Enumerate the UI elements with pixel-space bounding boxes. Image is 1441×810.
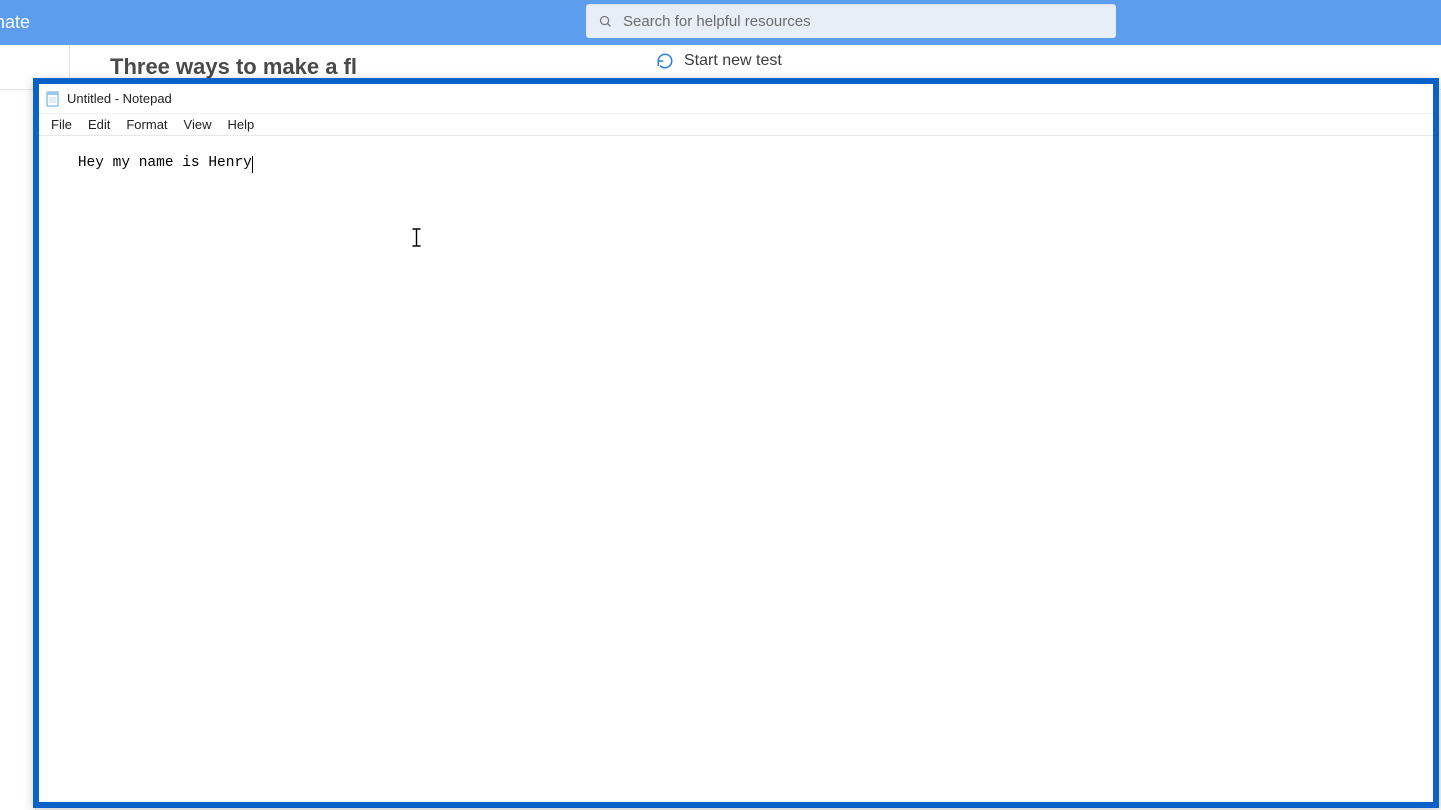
notepad-menubar: File Edit Format View Help — [39, 114, 1433, 136]
notepad-content: Hey my name is Henry — [78, 155, 252, 171]
menu-file[interactable]: File — [43, 116, 80, 133]
background-sub-heading: Three ways to make a fl — [110, 54, 357, 80]
start-new-test-label: Start new test — [684, 52, 782, 70]
menu-view[interactable]: View — [176, 116, 220, 133]
menu-format[interactable]: Format — [118, 116, 175, 133]
search-placeholder: Search for helpful resources — [623, 13, 811, 30]
search-icon — [598, 14, 613, 29]
notepad-app-icon — [45, 91, 61, 107]
notepad-window-title: Untitled - Notepad — [67, 91, 172, 106]
search-box[interactable]: Search for helpful resources — [586, 4, 1116, 38]
start-new-test-link[interactable]: Start new test — [656, 52, 782, 70]
notepad-window[interactable]: Untitled - Notepad File Edit Format View… — [33, 78, 1439, 808]
menu-edit[interactable]: Edit — [80, 116, 118, 133]
notepad-titlebar[interactable]: Untitled - Notepad — [39, 84, 1433, 114]
notepad-text-area[interactable]: Hey my name is Henry — [39, 136, 1433, 802]
text-caret — [252, 156, 253, 173]
menu-help[interactable]: Help — [219, 116, 262, 133]
refresh-icon — [656, 52, 674, 70]
background-app-title: mate — [0, 12, 30, 33]
background-sidebar — [0, 90, 36, 810]
